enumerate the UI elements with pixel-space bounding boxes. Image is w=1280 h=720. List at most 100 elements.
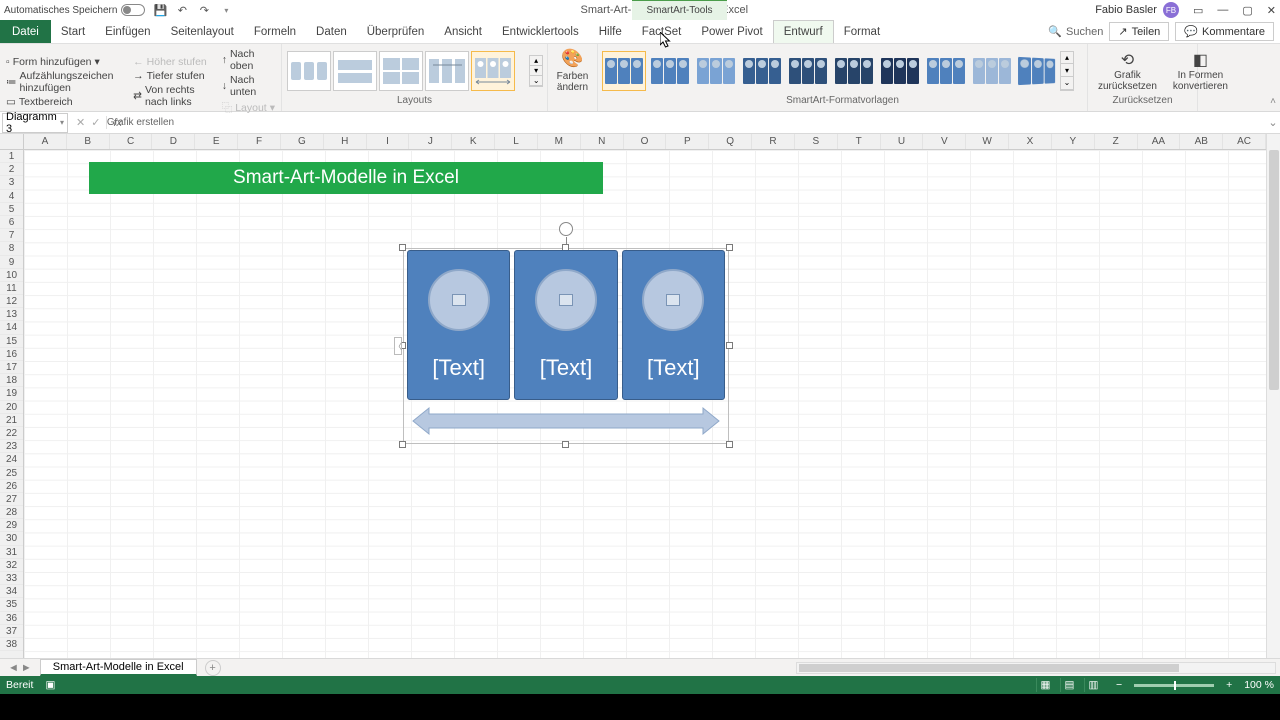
styles-gallery-spinner[interactable]: ▴▾⌄ [1060,51,1074,91]
tab-formulas[interactable]: Formeln [244,20,306,43]
column-header[interactable]: X [1009,134,1052,149]
macro-record-icon[interactable]: ▣ [45,679,55,691]
row-header[interactable]: 37 [0,625,23,638]
column-header[interactable]: J [409,134,452,149]
view-normal-icon[interactable]: ▦ [1036,678,1054,692]
row-header[interactable]: 28 [0,506,23,519]
row-header[interactable]: 22 [0,427,23,440]
sheet-nav-next-icon[interactable]: ► [21,662,32,674]
row-header[interactable]: 7 [0,229,23,242]
smartart-object[interactable]: 〈 [Text] [Text] [Text] [403,248,729,444]
reset-graphic-button[interactable]: ⟲ Grafik zurücksetzen [1092,50,1163,92]
move-down-button[interactable]: ↓ Nach unten [222,74,275,98]
row-header[interactable]: 25 [0,467,23,480]
style-thumb-7[interactable] [878,51,922,91]
sheet-tab-1[interactable]: Smart-Art-Modelle in Excel [40,659,197,676]
minimize-icon[interactable]: — [1217,4,1228,17]
column-header[interactable]: N [581,134,624,149]
row-header[interactable]: 29 [0,519,23,532]
smartart-text-3[interactable]: [Text] [647,355,700,381]
resize-handle[interactable] [726,441,733,448]
horizontal-scrollbar[interactable] [796,662,1276,674]
row-header[interactable]: 12 [0,295,23,308]
smartart-card-1[interactable]: [Text] [407,250,510,400]
column-header[interactable]: M [538,134,581,149]
column-header[interactable]: AB [1180,134,1223,149]
style-thumb-1[interactable] [602,51,646,91]
tab-developer[interactable]: Entwicklertools [492,20,589,43]
style-thumb-3[interactable] [694,51,738,91]
redo-icon[interactable]: ↷ [197,3,211,17]
column-header[interactable]: B [67,134,110,149]
row-header[interactable]: 23 [0,440,23,453]
row-header[interactable]: 15 [0,335,23,348]
row-header[interactable]: 30 [0,532,23,545]
tab-factset[interactable]: FactSet [632,20,692,43]
layout-thumb-2[interactable] [333,51,377,91]
share-button[interactable]: ↗ Teilen [1109,22,1169,41]
style-thumb-8[interactable] [924,51,968,91]
view-pagebreak-icon[interactable]: ▥ [1084,678,1102,692]
row-header[interactable]: 16 [0,348,23,361]
tab-entwurf[interactable]: Entwurf [773,20,834,43]
row-header[interactable]: 31 [0,546,23,559]
smartart-card-3[interactable]: [Text] [622,250,725,400]
layout-thumb-3[interactable] [379,51,423,91]
smartart-text-1[interactable]: [Text] [432,355,485,381]
layout-thumb-5-selected[interactable] [471,51,515,91]
style-thumb-3d[interactable] [1016,51,1060,91]
search-box[interactable]: 🔍 Suchen [1048,25,1103,38]
tab-review[interactable]: Überprüfen [357,20,435,43]
column-header[interactable]: G [281,134,324,149]
column-header[interactable]: K [452,134,495,149]
row-header[interactable]: 38 [0,638,23,651]
vertical-scrollbar[interactable] [1266,134,1280,658]
avatar[interactable]: FB [1163,2,1179,18]
add-shape-button[interactable]: ▫ Form hinzufügen ▾ [6,56,129,68]
row-header[interactable]: 27 [0,493,23,506]
row-header[interactable]: 33 [0,572,23,585]
zoom-slider[interactable] [1134,684,1214,687]
column-header[interactable]: S [795,134,838,149]
layout-thumb-1[interactable] [287,51,331,91]
tab-insert[interactable]: Einfügen [95,20,160,43]
column-header[interactable]: Y [1052,134,1095,149]
layout-thumb-4[interactable] [425,51,469,91]
row-header[interactable]: 11 [0,282,23,295]
smartart-card-2[interactable]: [Text] [514,250,617,400]
column-header[interactable]: D [152,134,195,149]
qat-customize-icon[interactable]: ▾ [219,3,233,17]
row-header[interactable]: 21 [0,414,23,427]
formula-bar[interactable] [128,113,1266,133]
column-header[interactable]: U [881,134,924,149]
row-header[interactable]: 9 [0,256,23,269]
change-colors-button[interactable]: 🎨 Farben ändern [552,48,593,93]
style-thumb-6[interactable] [832,51,876,91]
column-header[interactable]: T [838,134,881,149]
row-header[interactable]: 36 [0,612,23,625]
resize-handle[interactable] [399,244,406,251]
add-sheet-button[interactable]: + [205,660,221,676]
tab-data[interactable]: Daten [306,20,357,43]
row-header[interactable]: 3 [0,176,23,189]
row-header[interactable]: 18 [0,374,23,387]
row-header[interactable]: 19 [0,387,23,400]
column-header[interactable]: L [495,134,538,149]
tab-pagelayout[interactable]: Seitenlayout [161,20,244,43]
expand-formula-bar-icon[interactable]: ⌄ [1266,116,1280,129]
column-header[interactable]: Z [1095,134,1138,149]
convert-shapes-button[interactable]: ◧ In Formen konvertieren [1167,50,1234,92]
row-header[interactable]: 14 [0,321,23,334]
layouts-gallery-spinner[interactable]: ▴▾⌄ [529,55,543,87]
column-header[interactable]: R [752,134,795,149]
column-header[interactable]: I [367,134,410,149]
row-header[interactable]: 34 [0,585,23,598]
resize-handle[interactable] [726,342,733,349]
column-header[interactable]: C [110,134,153,149]
tab-start[interactable]: Start [51,20,95,43]
autosave-toggle[interactable] [121,4,145,16]
column-header[interactable]: V [923,134,966,149]
style-thumb-9[interactable] [970,51,1014,91]
move-up-button[interactable]: ↑ Nach oben [222,48,275,72]
picture-placeholder-icon[interactable] [452,294,466,306]
